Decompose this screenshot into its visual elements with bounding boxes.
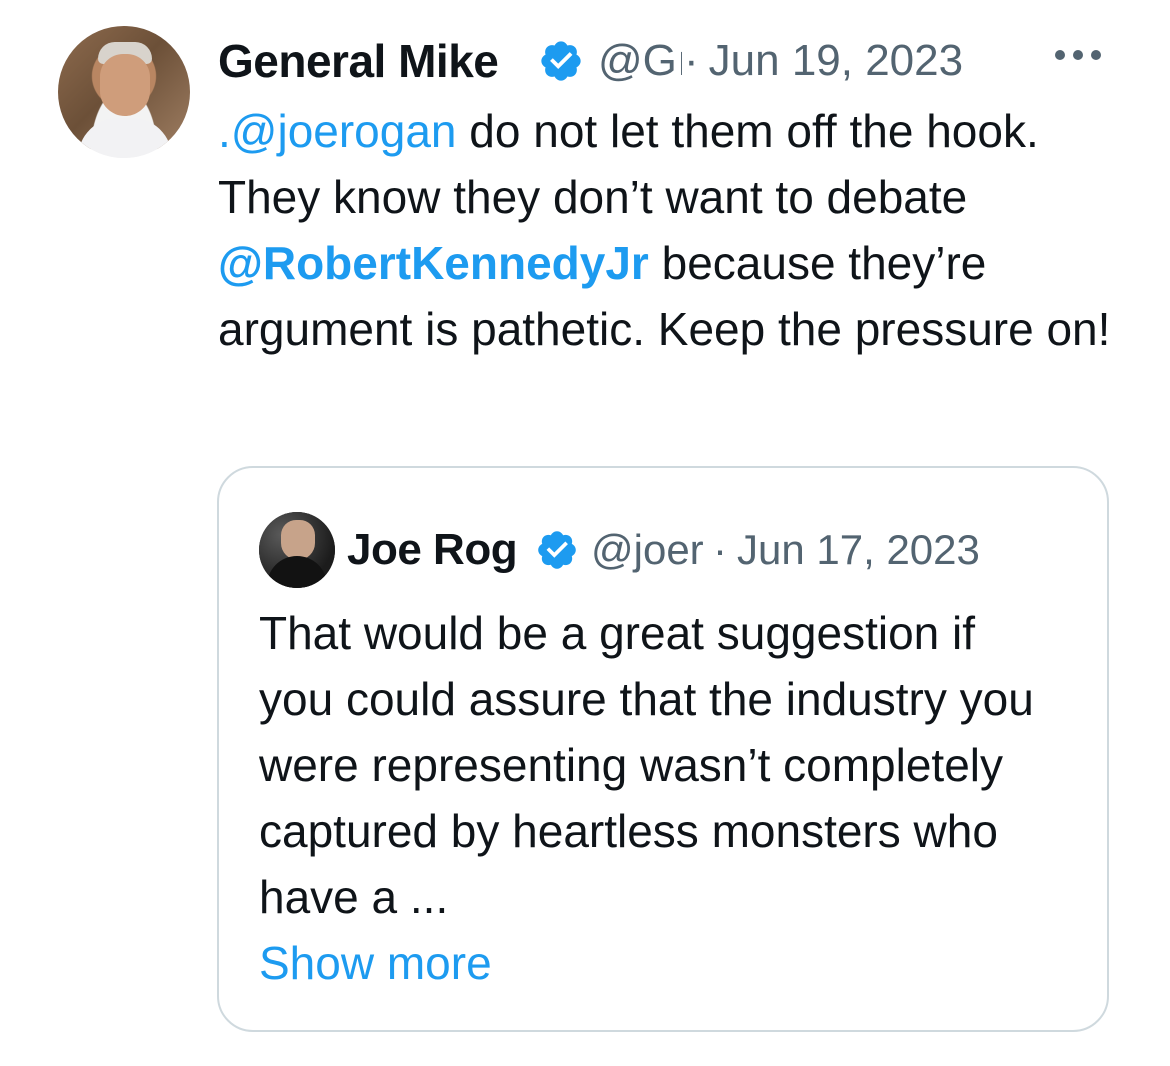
header-separator: · <box>684 36 699 85</box>
quoted-tweet-text: That would be a great suggestion if you … <box>259 607 1034 923</box>
quoted-header-separator: · <box>713 526 727 573</box>
mention-joerogan[interactable]: .@joerogan <box>218 105 457 157</box>
author-display-name[interactable]: General Mike <box>218 34 536 88</box>
tweet-text: .@joerogan do not let them off the hook.… <box>218 98 1138 362</box>
verified-badge-icon <box>541 41 581 81</box>
show-more-link[interactable]: Show more <box>259 930 492 996</box>
author-avatar[interactable] <box>58 26 190 158</box>
quoted-author-handle[interactable]: @joer <box>591 526 709 574</box>
more-horizontal-icon[interactable] <box>1052 40 1104 70</box>
quoted-tweet-header: Joe Rog @joer · Jun 17, 2023 <box>259 512 1099 588</box>
avatar-head <box>281 520 315 560</box>
quoted-author-avatar[interactable] <box>259 512 335 588</box>
quoted-tweet-date[interactable]: Jun 17, 2023 <box>737 526 980 574</box>
verified-badge-icon <box>538 531 576 569</box>
quoted-tweet[interactable]: Joe Rog @joer · Jun 17, 2023 That would … <box>217 466 1109 1032</box>
quoted-author-display-name[interactable]: Joe Rog <box>347 525 535 575</box>
tweet[interactable]: General Mike @Gı · Jun 19, 2023 .@joerog… <box>0 0 1170 1066</box>
author-handle[interactable]: @Gı <box>598 36 682 86</box>
avatar-shirt <box>78 118 172 158</box>
avatar-face <box>100 54 150 116</box>
mention-robertkennedyjr[interactable]: @RobertKennedyJr <box>218 237 649 289</box>
tweet-date[interactable]: Jun 19, 2023 <box>709 36 963 86</box>
tweet-header: General Mike @Gı · Jun 19, 2023 <box>218 28 1148 94</box>
